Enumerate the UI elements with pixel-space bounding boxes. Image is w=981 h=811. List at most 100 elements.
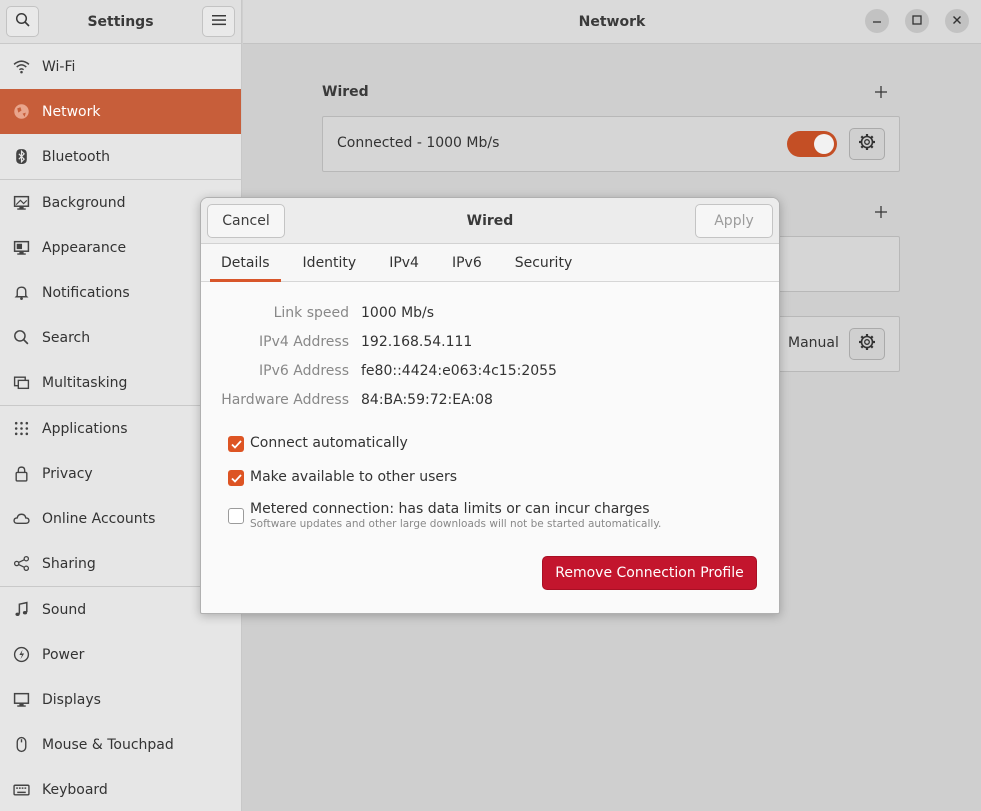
available-users-row[interactable]: Make available to other users (228, 469, 457, 486)
wired-status: Connected - 1000 Mb/s (337, 135, 500, 151)
dialog-title: Wired (466, 212, 514, 229)
sidebar-item-label: Power (42, 646, 85, 663)
detail-row-link-speed: Link speed 1000 Mb/s (201, 305, 779, 327)
available-users-label: Make available to other users (250, 469, 458, 485)
sidebar-item-mouse-touchpad[interactable]: Mouse & Touchpad (0, 722, 241, 767)
detail-key: Hardware Address (221, 392, 349, 408)
gear-icon (858, 133, 876, 155)
detail-key: IPv6 Address (259, 363, 349, 379)
dialog-tabs: Details Identity IPv4 IPv6 Security (201, 244, 779, 282)
detail-key: Link speed (273, 305, 349, 321)
sidebar-item-label: Applications (42, 420, 128, 437)
tab-identity[interactable]: Identity (290, 244, 370, 281)
tab-ipv6[interactable]: IPv6 (439, 244, 495, 281)
power-icon (13, 646, 30, 663)
tab-ipv4[interactable]: IPv4 (376, 244, 432, 281)
sidebar-item-label: Sound (42, 601, 87, 618)
tab-details[interactable]: Details (208, 244, 283, 282)
main-header: Network (243, 0, 981, 44)
detail-row-ipv4: IPv4 Address 192.168.54.111 (201, 334, 779, 356)
sidebar-item-displays[interactable]: Displays (0, 677, 241, 722)
wired-settings-button[interactable] (849, 128, 885, 160)
gear-icon (858, 333, 876, 355)
multitasking-icon (13, 374, 30, 391)
detail-value: 1000 Mb/s (361, 305, 435, 321)
network-icon (13, 103, 30, 120)
metered-row[interactable]: Metered connection: has data limits or c… (228, 501, 661, 530)
share-icon (13, 555, 30, 572)
sidebar-item-label: Sharing (42, 555, 96, 572)
minimize-button[interactable] (865, 9, 889, 33)
detail-value: 192.168.54.111 (361, 334, 473, 350)
detail-value: 84:BA:59:72:EA:08 (361, 392, 493, 408)
tab-security[interactable]: Security (502, 244, 586, 281)
close-button[interactable] (945, 9, 969, 33)
detail-row-hardware-address: Hardware Address 84:BA:59:72:EA:08 (201, 392, 779, 414)
wired-section-label: Wired (322, 84, 369, 100)
connect-automatically-checkbox[interactable] (228, 436, 244, 452)
sidebar-header: Settings (0, 0, 241, 44)
search-button[interactable] (6, 6, 39, 37)
sidebar-item-label: Bluetooth (42, 148, 110, 165)
maximize-icon (912, 13, 922, 29)
keyboard-icon (13, 781, 30, 798)
detail-row-ipv6: IPv6 Address fe80::4424:e063:4c15:2055 (201, 363, 779, 385)
search-icon (15, 12, 31, 32)
sidebar-item-network[interactable]: Network (0, 89, 241, 134)
apps-grid-icon (13, 420, 30, 437)
apply-button[interactable]: Apply (695, 204, 773, 238)
sidebar-item-label: Online Accounts (42, 510, 156, 527)
sidebar-item-label: Keyboard (42, 781, 108, 798)
cancel-button[interactable]: Cancel (207, 204, 285, 238)
maximize-button[interactable] (905, 9, 929, 33)
sidebar-item-power[interactable]: Power (0, 632, 241, 677)
metered-description: Software updates and other large downloa… (250, 518, 662, 530)
close-icon (952, 13, 962, 29)
wired-dialog: Cancel Wired Apply Details Identity IPv4… (200, 197, 780, 614)
sidebar-item-label: Search (42, 329, 91, 346)
sidebar-item-bluetooth[interactable]: Bluetooth (0, 134, 241, 179)
proxy-settings-button[interactable] (849, 328, 885, 360)
sidebar-item-wifi[interactable]: Wi-Fi (0, 44, 241, 89)
sidebar-item-keyboard[interactable]: Keyboard (0, 767, 241, 811)
metered-label: Metered connection: has data limits or c… (250, 501, 650, 517)
detail-key: IPv4 Address (259, 334, 349, 350)
bell-icon (13, 284, 30, 301)
available-users-checkbox[interactable] (228, 470, 244, 486)
detail-value: fe80::4424:e063:4c15:2055 (361, 363, 557, 379)
sidebar-item-label: Notifications (42, 284, 130, 301)
lock-icon (13, 465, 30, 482)
search-icon (13, 329, 30, 346)
appearance-icon (13, 239, 30, 256)
background-icon (13, 194, 30, 211)
sidebar-item-label: Privacy (42, 465, 93, 482)
wifi-icon (13, 58, 30, 75)
remove-connection-profile-button[interactable]: Remove Connection Profile (542, 556, 757, 590)
add-vpn-button[interactable] (873, 204, 889, 220)
hamburger-menu-icon (211, 14, 226, 30)
bluetooth-icon (13, 148, 30, 165)
add-wired-button[interactable] (873, 84, 889, 100)
cloud-icon (13, 510, 30, 527)
mouse-icon (13, 736, 30, 753)
metered-checkbox[interactable] (228, 508, 244, 524)
sidebar-item-label: Appearance (42, 239, 127, 256)
sidebar-title: Settings (87, 13, 154, 30)
sidebar-item-label: Wi-Fi (42, 58, 76, 75)
sidebar-item-label: Network (42, 103, 101, 120)
menu-button[interactable] (202, 6, 235, 37)
proxy-value: Manual (788, 335, 839, 351)
sidebar-item-label: Background (42, 194, 126, 211)
sidebar-item-label: Mouse & Touchpad (42, 736, 174, 753)
minimize-icon (872, 13, 882, 29)
dialog-header: Cancel Wired Apply (201, 198, 779, 244)
sidebar-item-label: Displays (42, 691, 101, 708)
wired-connection-card: Connected - 1000 Mb/s (322, 116, 900, 172)
page-title: Network (578, 13, 646, 30)
display-icon (13, 691, 30, 708)
connect-automatically-row[interactable]: Connect automatically (228, 435, 408, 452)
connect-automatically-label: Connect automatically (250, 435, 408, 451)
music-note-icon (13, 601, 30, 618)
sidebar-item-label: Multitasking (42, 374, 128, 391)
wired-toggle[interactable] (787, 131, 837, 157)
